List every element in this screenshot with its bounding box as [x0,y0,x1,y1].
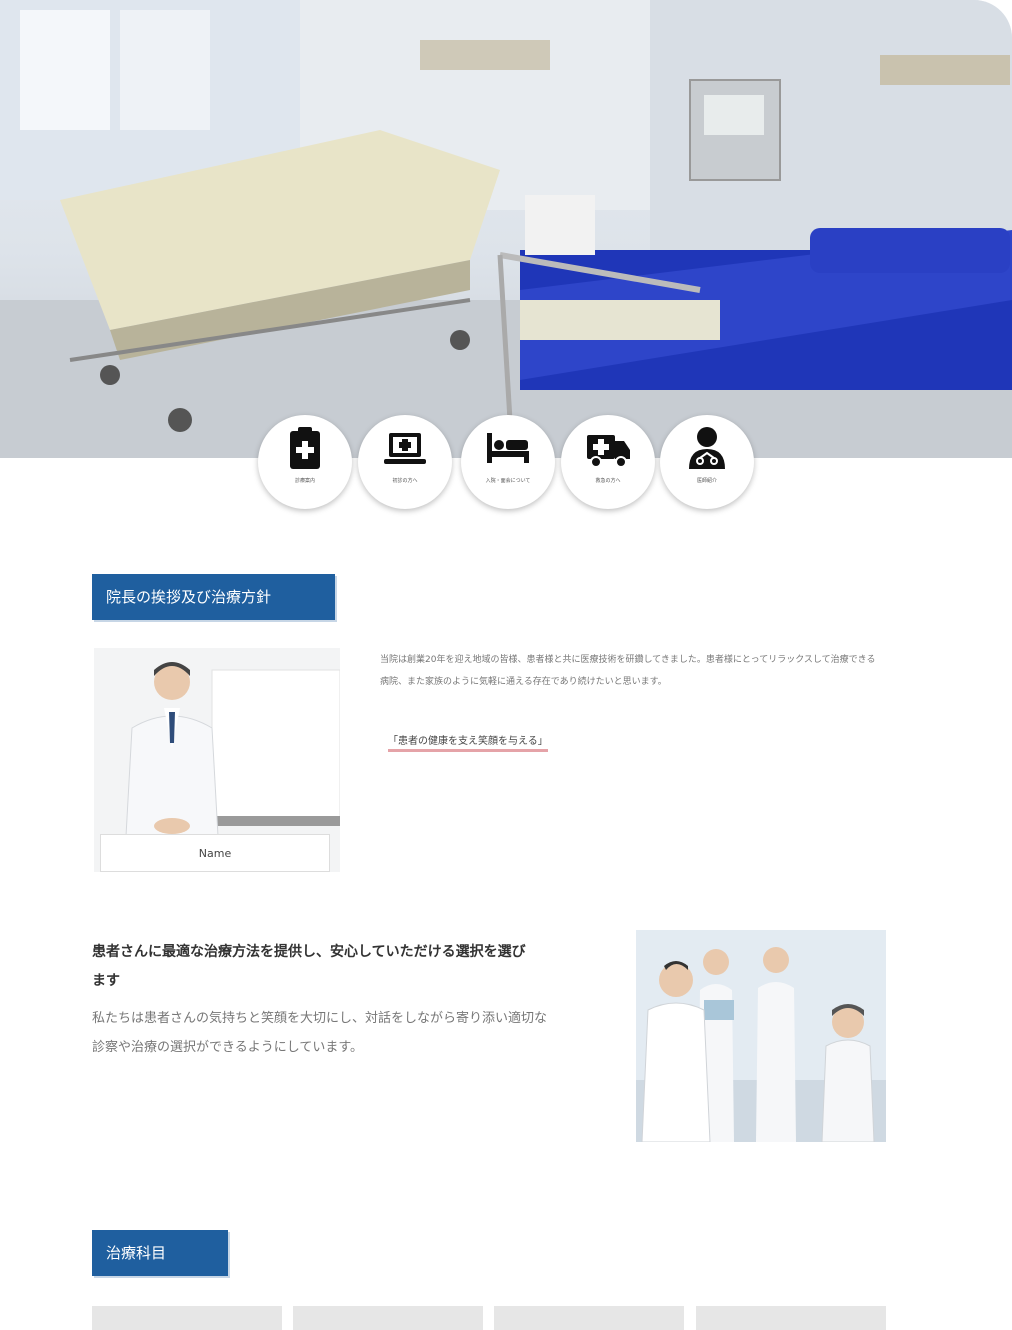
subject-tab[interactable] [494,1306,684,1330]
quick-link-label: 入院・面会について [485,478,531,484]
subject-tab[interactable] [92,1306,282,1330]
quick-link-emergency[interactable]: 救急の方へ [561,415,655,509]
clipboard-medical-icon [290,427,320,469]
doctor-icon [689,427,725,469]
director-heading: 院長の挨拶及び治療方針 [92,574,335,620]
director-name-card: Name [100,834,330,872]
director-motto-link[interactable]: 「患者の健康を支え笑顔を与える」 [388,732,548,752]
subjects-heading: 治療科目 [92,1230,228,1276]
hero-image [0,0,1012,458]
laptop-medical-icon [384,433,426,464]
quick-link-label: 救急の方へ [595,478,621,484]
quick-link-inpatient[interactable]: 入院・面会について [461,415,555,509]
quick-links: 診療案内 初診の方へ 入院・面会について 救急の方へ 医師紹介 [258,415,754,515]
director-message: 当院は創業20年を迎え地域の皆様、患者様と共に医療技術を研鑽してきました。患者様… [380,655,876,687]
care-title: 患者さんに最適な治療方法を提供し、安心していただける選択を選びます [92,944,526,989]
subject-tab[interactable] [696,1306,886,1330]
quick-link-clinic-info[interactable]: 診療案内 [258,415,352,509]
quick-link-label: 初診の方へ [392,478,418,484]
quick-link-label: 医師紹介 [696,478,717,484]
ambulance-icon [587,435,630,468]
care-description: 私たちは患者さんの気持ちと笑顔を大切にし、対話をしながら寄り添い適切な診察や治療… [92,1011,548,1055]
medical-team-photo [636,930,886,1142]
quick-link-first-visit[interactable]: 初診の方へ [358,415,452,509]
quick-link-doctors[interactable]: 医師紹介 [660,415,754,509]
bed-icon [487,433,529,463]
quick-link-label: 診療案内 [294,478,315,484]
subject-tab[interactable] [293,1306,483,1330]
